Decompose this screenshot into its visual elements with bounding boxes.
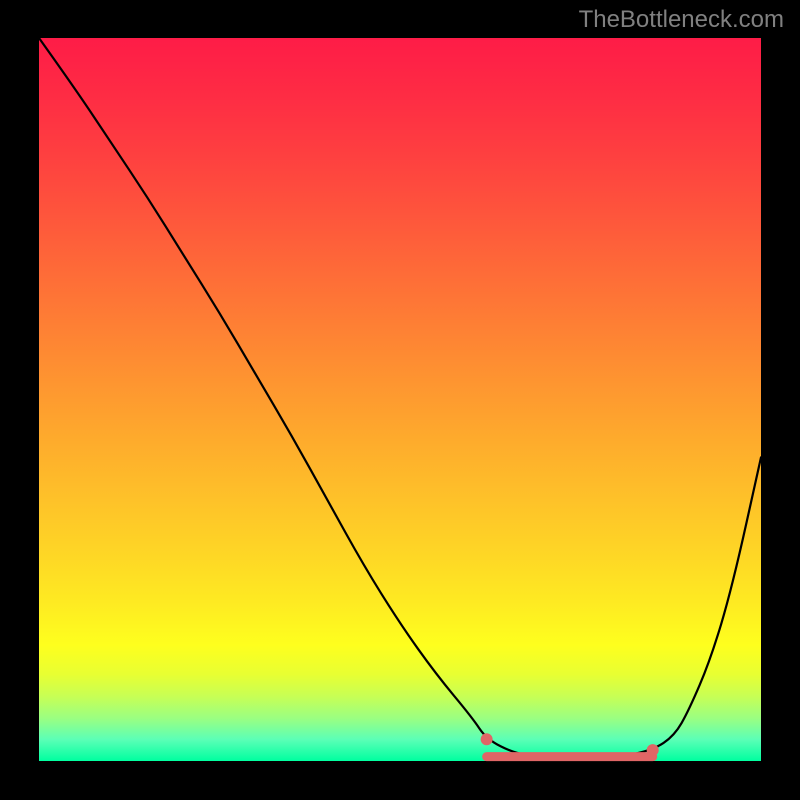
chart-svg [0,0,800,800]
marker-dot-right [647,744,659,756]
gradient-background [39,38,761,761]
marker-dot-left [481,733,493,745]
chart-stage: TheBottleneck.com [0,0,800,800]
credit-text: TheBottleneck.com [579,6,784,34]
